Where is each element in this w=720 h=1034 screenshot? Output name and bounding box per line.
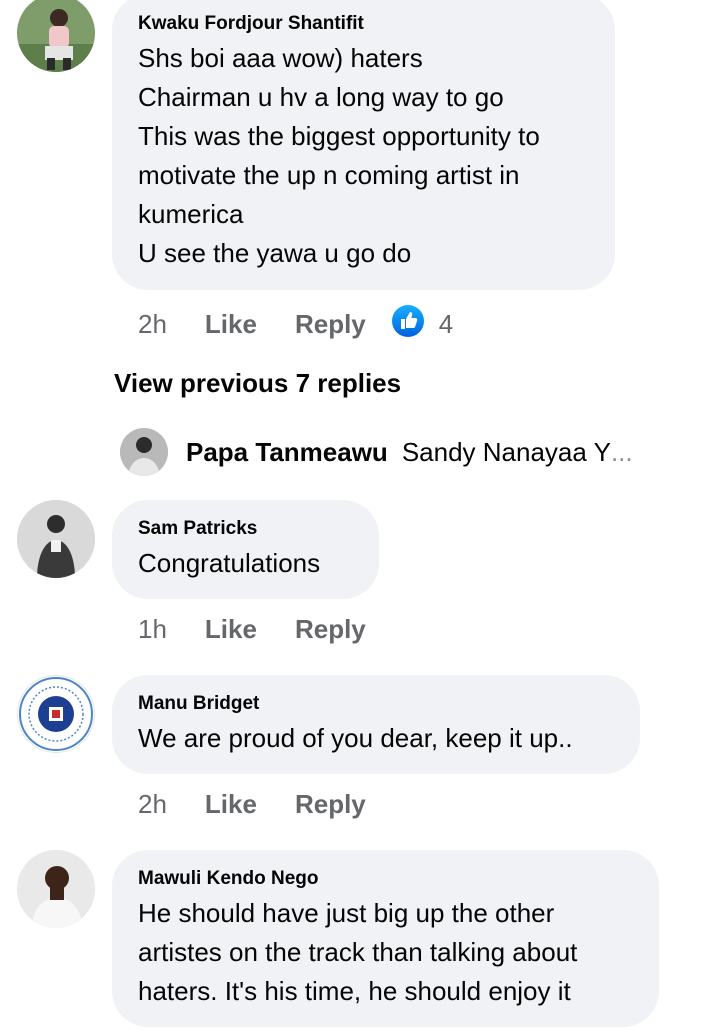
reply-button[interactable]: Reply <box>295 309 366 340</box>
reply-avatar <box>120 428 168 476</box>
reply-button[interactable]: Reply <box>295 614 366 645</box>
comment-actions: 1h Like Reply <box>138 614 404 645</box>
comment-actions: 2h Like Reply <box>138 789 404 820</box>
reaction-summary[interactable]: 4 <box>391 304 453 345</box>
comment-text: Congratulations <box>138 544 351 583</box>
comment-line: artistes on the track than talking about <box>138 937 578 967</box>
comment-line: motivate the up n coming artist in <box>138 160 520 190</box>
commenter-name[interactable]: Mawuli Kendo Nego <box>138 867 631 891</box>
reply-author-name[interactable]: Papa Tanmeawu <box>186 437 388 468</box>
avatar[interactable] <box>17 500 95 578</box>
comment-text: Shs boi aaa wow) haters Chairman u hv a … <box>138 39 587 273</box>
commenter-name[interactable]: Manu Bridget <box>138 692 612 716</box>
avatar[interactable] <box>17 850 95 928</box>
comment-bubble: Kwaku Fordjour Shantifit Shs boi aaa wow… <box>112 0 615 290</box>
comment-actions: 2h Like Reply 4 <box>138 304 453 345</box>
comment-line: Congratulations <box>138 548 321 578</box>
reply-button[interactable]: Reply <box>295 789 366 820</box>
like-thumb-icon <box>391 304 425 345</box>
reply-text-preview: Sandy Nanayaa Y <box>401 436 611 467</box>
comment-text: He should have just big up the other art… <box>138 894 631 1011</box>
comment-time[interactable]: 2h <box>138 789 167 820</box>
comment-time[interactable]: 2h <box>138 309 167 340</box>
comment-bubble: Sam Patricks Congratulations <box>112 500 379 599</box>
comment-line: We are proud of you dear, keep it up.. <box>138 723 573 753</box>
commenter-name[interactable]: Sam Patricks <box>138 517 351 541</box>
view-previous-replies-link[interactable]: View previous 7 replies <box>114 368 401 399</box>
comment-line: Shs boi aaa wow) haters <box>138 43 423 73</box>
comment-line: Chairman u hv a long way to go <box>138 82 504 112</box>
reply-ellipsis: ... <box>610 436 633 467</box>
avatar[interactable] <box>17 675 95 753</box>
comment-line: U see the yawa u go do <box>138 238 412 268</box>
comment-line: kumerica <box>138 199 244 229</box>
commenter-name[interactable]: Kwaku Fordjour Shantifit <box>138 12 587 36</box>
reaction-count: 4 <box>438 309 454 339</box>
comment-bubble: Manu Bridget We are proud of you dear, k… <box>112 675 640 774</box>
comment-line: haters. It's his time, he should enjoy i… <box>138 976 571 1006</box>
comment-bubble: Mawuli Kendo Nego He should have just bi… <box>112 850 659 1027</box>
comment-line: This was the biggest opportunity to <box>138 121 540 151</box>
like-button[interactable]: Like <box>205 309 257 340</box>
comment-time[interactable]: 1h <box>138 614 167 645</box>
comment-line: He should have just big up the other <box>138 898 555 928</box>
reply-preview[interactable]: Papa Tanmeawu Sandy Nanayaa Y... <box>120 428 633 476</box>
avatar[interactable] <box>17 0 95 72</box>
like-button[interactable]: Like <box>205 789 257 820</box>
comment-text: We are proud of you dear, keep it up.. <box>138 719 612 758</box>
like-button[interactable]: Like <box>205 614 257 645</box>
